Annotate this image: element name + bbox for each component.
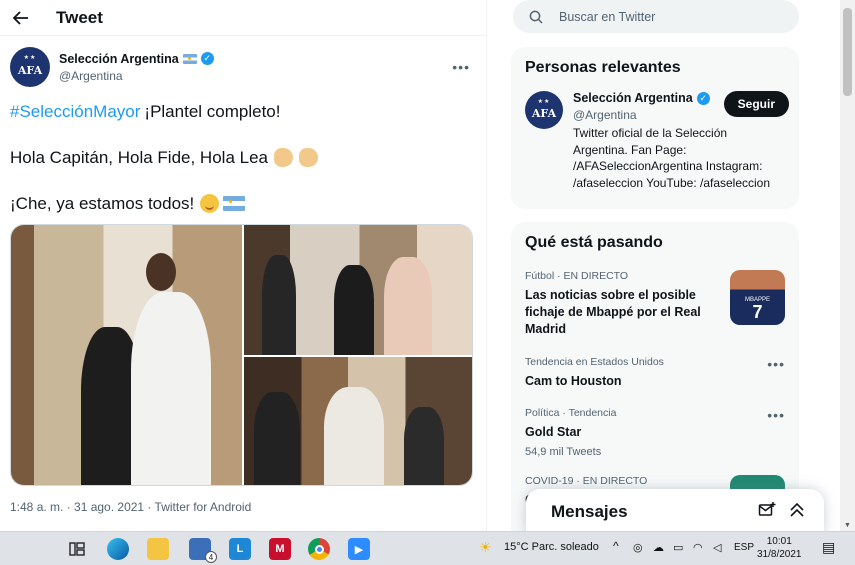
author-name-text: Selección Argentina: [59, 51, 179, 66]
show-hidden-icons-icon[interactable]: ^: [613, 539, 619, 553]
zoom-app-icon[interactable]: ▶: [348, 538, 370, 560]
search-input[interactable]: Buscar en Twitter: [559, 10, 655, 24]
tweet-line-1-text: ¡Plantel completo!: [144, 102, 281, 121]
expand-up-icon[interactable]: [788, 501, 806, 519]
network-icon[interactable]: ◎: [633, 541, 643, 554]
tweet-line-2-text: Hola Capitán, Hola Fide, Hola Lea: [10, 148, 268, 167]
trend-title: Cam to Houston: [525, 374, 622, 388]
bio-line: Argentina. Fan Page:: [573, 142, 687, 157]
clapping-hands-icon: [298, 148, 318, 167]
clock-time: 10:01: [766, 536, 792, 547]
file-explorer-icon[interactable]: [147, 538, 169, 560]
scroll-down-icon[interactable]: ▼: [844, 522, 851, 529]
edge-browser-icon[interactable]: [107, 538, 129, 560]
winking-face-icon: [200, 194, 220, 213]
tweet-line-2: Hola Capitán, Hola Fide, Hola Lea: [10, 146, 318, 169]
avatar-logo-text: AFA: [531, 106, 557, 120]
messages-drawer[interactable]: Mensajes: [526, 489, 824, 534]
new-message-icon[interactable]: [758, 501, 776, 519]
trend-tweet-count: 54,9 mil Tweets: [525, 446, 602, 458]
search-box[interactable]: Buscar en Twitter: [513, 0, 799, 33]
trend-title: Gold Star: [525, 425, 582, 439]
weather-icon[interactable]: ☀: [479, 539, 492, 556]
tweet-photo[interactable]: [244, 357, 472, 485]
clock-date: 31/8/2021: [757, 549, 802, 560]
app-l-icon[interactable]: L: [229, 538, 251, 560]
tweet-line-1: #SelecciónMayor ¡Plantel completo!: [10, 100, 318, 123]
tweet-line-3: ¡Che, ya estamos todos!: [10, 192, 318, 215]
trend-category: Política · Tendencia: [525, 407, 617, 419]
relevant-people-card: Personas relevantes ★★ AFA Selección Arg…: [511, 47, 799, 209]
weather-text[interactable]: 15°C Parc. soleado: [504, 541, 599, 553]
tweet-author: ★★ AFA Selección Argentina ✓ @Argentina …: [10, 46, 476, 88]
argentina-flag-icon: [182, 53, 197, 64]
avatar-logo-text: AFA: [17, 63, 43, 77]
verified-badge-icon: ✓: [200, 52, 214, 65]
volume-icon[interactable]: ◁: [713, 541, 721, 554]
messages-title: Mensajes: [551, 501, 628, 521]
task-view-icon[interactable]: [66, 538, 88, 560]
trend-thumbnail: MBAPPE 7: [730, 270, 785, 325]
tweet-media: [10, 224, 473, 486]
mcafee-icon[interactable]: M: [269, 538, 291, 560]
tweet-photo[interactable]: [11, 225, 242, 485]
verified-badge-icon: ✓: [696, 91, 710, 105]
trend-item[interactable]: Política · Tendencia Gold Star 54,9 mil …: [511, 407, 799, 475]
hashtag-link[interactable]: #SelecciónMayor: [10, 100, 140, 123]
language-indicator[interactable]: ESP: [734, 542, 754, 553]
stars-icon: ★★: [23, 55, 37, 61]
whats-happening-heading: Qué está pasando: [525, 234, 663, 251]
argentina-flag-icon: [223, 196, 246, 211]
tweet-photo[interactable]: [244, 225, 472, 355]
bio-line[interactable]: /AFASeleccionArgentina Instagram:: [573, 158, 789, 175]
tweet-line-3-text: ¡Che, ya estamos todos!: [10, 194, 195, 213]
back-button[interactable]: [12, 9, 30, 27]
right-sidebar: Buscar en Twitter Personas relevantes ★★…: [487, 0, 839, 531]
scrollbar-thumb[interactable]: [843, 8, 852, 96]
clapping-hands-icon: [273, 148, 293, 167]
more-options-icon[interactable]: •••: [452, 59, 470, 75]
battery-icon[interactable]: ▭: [673, 541, 683, 554]
person-avatar[interactable]: ★★ AFA: [525, 91, 563, 129]
chrome-browser-icon[interactable]: [308, 538, 330, 560]
trend-item[interactable]: Fútbol · EN DIRECTO Las noticias sobre e…: [511, 270, 799, 356]
wifi-icon[interactable]: ◠: [693, 541, 703, 554]
stars-icon: ★★: [537, 99, 551, 105]
more-options-icon[interactable]: •••: [767, 356, 785, 372]
search-icon: [529, 10, 543, 24]
tweet-column: Tweet ★★ AFA Selección Argentina ✓ @Arge…: [0, 0, 487, 531]
person-name[interactable]: Selección Argentina ✓: [573, 91, 710, 105]
trend-item[interactable]: Tendencia en Estados Unidos Cam to Houst…: [511, 356, 799, 407]
tweet-header: Tweet: [0, 0, 486, 36]
follow-button[interactable]: Seguir: [723, 91, 789, 117]
bio-line[interactable]: /afaseleccion YouTube: /afaseleccion: [573, 175, 789, 192]
system-clock[interactable]: 10:01 31/8/2021: [757, 535, 802, 561]
person-handle[interactable]: @Argentina: [573, 108, 710, 122]
mail-icon[interactable]: 4: [189, 538, 217, 563]
tweet-text: #SelecciónMayor ¡Plantel completo! Hola …: [10, 100, 318, 238]
person-bio: Twitter oficial de la Selección Argentin…: [573, 125, 789, 191]
more-options-icon[interactable]: •••: [767, 407, 785, 423]
relevant-people-heading: Personas relevantes: [525, 59, 681, 76]
arrow-left-icon: [13, 10, 28, 25]
author-avatar[interactable]: ★★ AFA: [10, 47, 50, 87]
cloud-icon[interactable]: ☁: [653, 541, 664, 554]
tweet-timestamp[interactable]: 1:48 a. m. · 31 ago. 2021 · Twitter for …: [10, 500, 251, 514]
jersey-number: 7: [752, 302, 763, 322]
notifications-icon[interactable]: ▤: [822, 539, 835, 556]
person-name-text: Selección Argentina: [573, 91, 693, 105]
author-handle[interactable]: @Argentina: [59, 69, 214, 83]
person-item[interactable]: ★★ AFA Selección Argentina ✓ @Argentina …: [511, 77, 799, 191]
bio-line: Twitter oficial de la Selección: [573, 126, 728, 140]
mail-badge: 4: [205, 551, 217, 563]
taskbar: 4 L M ▶ ☀ 15°C Parc. soleado ^ ◎ ☁ ▭ ◠ ◁…: [0, 531, 855, 565]
author-name[interactable]: Selección Argentina ✓: [59, 52, 214, 66]
whats-happening-card: Qué está pasando Fútbol · EN DIRECTO Las…: [511, 222, 799, 531]
page-title: Tweet: [56, 7, 103, 27]
page-scrollbar[interactable]: ▼: [840, 0, 855, 531]
trend-category: Tendencia en Estados Unidos: [525, 356, 664, 368]
